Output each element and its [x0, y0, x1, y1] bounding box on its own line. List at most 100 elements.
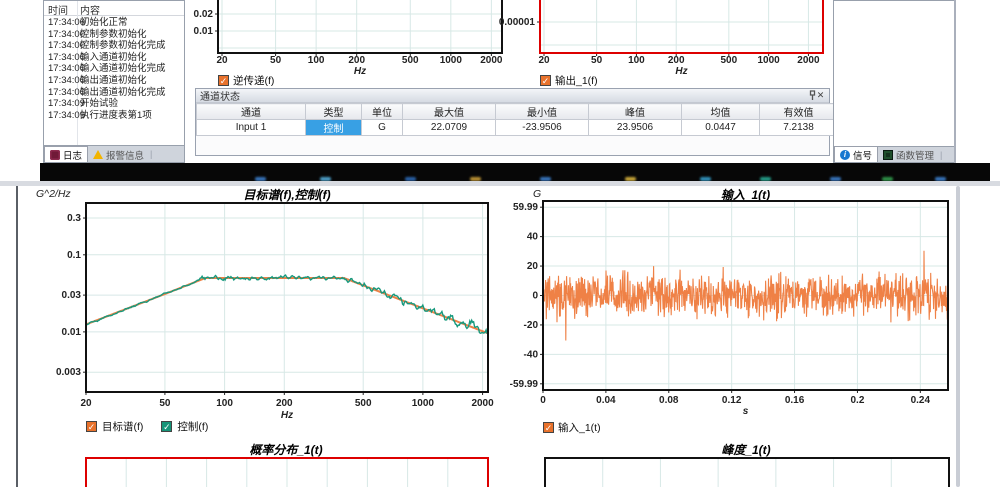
col-channel[interactable]: 通道 [197, 104, 306, 120]
log-row[interactable]: 17:34:00控制参数初始化 [44, 29, 184, 41]
cell-rms: 7.2138 [760, 120, 838, 136]
svg-text:0.01: 0.01 [194, 26, 214, 37]
svg-text:0: 0 [540, 395, 546, 406]
log-row[interactable]: 17:34:00输出通道初始化完成 [44, 87, 184, 99]
svg-text:0.03: 0.03 [62, 290, 82, 301]
legend-label-input-1: 输入_1(t) [558, 420, 601, 435]
pin-icon[interactable] [802, 90, 813, 101]
psd-chart-plot[interactable]: 0.30.10.030.010.003205010020050010002000… [40, 198, 500, 420]
cell-mean: 0.0447 [682, 120, 760, 136]
svg-text:0.16: 0.16 [785, 395, 805, 406]
log-row[interactable]: 17:34:00控制参数初始化完成 [44, 40, 184, 52]
svg-text:100: 100 [628, 55, 645, 66]
checkbox-inverse-transfer[interactable]: ✓ [218, 75, 229, 86]
mini-left-legend: ✓ 逆传递(f) [218, 73, 274, 88]
tab-signal[interactable]: i 信号 [834, 146, 878, 162]
svg-text:Hz: Hz [675, 66, 687, 77]
checkbox-output-1[interactable]: ✓ [540, 75, 551, 86]
svg-text:2000: 2000 [797, 55, 820, 66]
table-row[interactable]: Input 1 控制 G 22.0709 -23.9506 23.9506 0.… [197, 120, 838, 136]
cell-unit: G [362, 120, 403, 136]
tab-log-label: 日志 [63, 148, 82, 162]
col-type[interactable]: 类型 [306, 104, 362, 120]
tab-function-manager[interactable]: 函数管理 [878, 147, 939, 162]
svg-text:0: 0 [532, 291, 538, 302]
cell-max: 22.0709 [403, 120, 496, 136]
checkbox-input-1[interactable]: ✓ [543, 422, 554, 433]
tab-log[interactable]: 日志 [44, 146, 88, 162]
svg-text:20: 20 [538, 55, 550, 66]
svg-text:-59.99: -59.99 [510, 379, 539, 390]
svg-text:20: 20 [216, 55, 228, 66]
svg-text:100: 100 [216, 398, 233, 409]
svg-text:50: 50 [270, 55, 282, 66]
svg-text:-40: -40 [524, 349, 539, 360]
cell-min: -23.9506 [496, 120, 589, 136]
svg-text:500: 500 [402, 55, 419, 66]
channel-table-header: 通道 类型 单位 最大值 最小值 峰值 均值 有效值 [197, 104, 838, 120]
channel-status-panel: 通道状态 ✕ 通道 类型 单位 最大值 最小值 峰值 均值 有效值 Input … [195, 88, 830, 156]
tab-alarm[interactable]: 报警信息 [88, 147, 149, 162]
log-rows: 17:34:00初始化正常17:34:00控制参数初始化17:34:00控制参数… [44, 17, 184, 121]
col-peak[interactable]: 峰值 [589, 104, 682, 120]
channel-status-title: 通道状态 [200, 88, 240, 103]
svg-text:40: 40 [527, 232, 539, 243]
svg-text:100: 100 [308, 55, 325, 66]
screen: 时间 内容 17:34:00初始化正常17:34:00控制参数初始化17:34:… [0, 0, 1000, 487]
log-col-time: 时间 [48, 2, 68, 17]
svg-text:200: 200 [348, 55, 365, 66]
target-spectrum-curve [86, 278, 488, 333]
probability-chart-plot[interactable] [84, 456, 490, 487]
svg-text:50: 50 [159, 398, 171, 409]
log-row[interactable]: 17:34:00输出通道初始化 [44, 75, 184, 87]
control-curve [86, 275, 488, 333]
svg-text:0.003: 0.003 [56, 367, 81, 378]
output-mini-chart[interactable]: 0.00001205010020050010002000Hz [470, 0, 840, 90]
svg-text:20: 20 [80, 398, 92, 409]
tab-signal-label: 信号 [853, 148, 872, 162]
svg-text:-20: -20 [524, 320, 539, 331]
warning-icon [93, 150, 103, 159]
checkbox-control[interactable]: ✓ [161, 421, 172, 432]
svg-text:0.00001: 0.00001 [499, 17, 536, 28]
log-row[interactable]: 17:34:09执行进度表第1项 [44, 110, 184, 122]
tab-function-manager-label: 函数管理 [896, 148, 934, 162]
svg-text:0.3: 0.3 [67, 213, 81, 224]
legend-label-output-1: 输出_1(f) [555, 73, 598, 88]
col-max[interactable]: 最大值 [403, 104, 496, 120]
taskbar-strip [40, 163, 990, 181]
mini-right-legend: ✓ 输出_1(f) [540, 73, 598, 88]
tab-separator: | [150, 149, 152, 159]
right-tabbar: i 信号 函数管理 | [833, 147, 955, 163]
cell-peak: 23.9506 [589, 120, 682, 136]
svg-text:1000: 1000 [440, 55, 463, 66]
log-row[interactable]: 17:34:00初始化正常 [44, 17, 184, 29]
window-edge [954, 0, 956, 163]
log-row[interactable]: 17:34:00输入通道初始化 [44, 52, 184, 64]
log-panel: 时间 内容 17:34:00初始化正常17:34:00控制参数初始化17:34:… [43, 0, 185, 146]
signal-panel [833, 0, 955, 147]
psd-legend: ✓ 目标谱(f) ✓ 控制(f) [86, 419, 208, 434]
col-min[interactable]: 最小值 [496, 104, 589, 120]
log-row[interactable]: 17:34:09开始试验 [44, 98, 184, 110]
close-icon[interactable]: ✕ [815, 90, 826, 101]
tab-alarm-label: 报警信息 [106, 148, 144, 162]
col-unit[interactable]: 单位 [362, 104, 403, 120]
svg-text:0.02: 0.02 [194, 9, 214, 20]
col-mean[interactable]: 均值 [682, 104, 760, 120]
kurtosis-chart-plot[interactable] [543, 456, 951, 487]
col-rms[interactable]: 有效值 [760, 104, 838, 120]
time-chart-plot[interactable]: 59.9940200-20-40-59.9900.040.080.120.160… [497, 196, 962, 420]
svg-text:0.04: 0.04 [596, 395, 616, 406]
channel-status-table: 通道 类型 单位 最大值 最小值 峰值 均值 有效值 Input 1 控制 G … [196, 103, 838, 136]
svg-text:0.24: 0.24 [911, 395, 931, 406]
checkbox-target-spectrum[interactable]: ✓ [86, 421, 97, 432]
legend-label-target: 目标谱(f) [102, 419, 143, 434]
svg-text:Hz: Hz [354, 66, 366, 77]
cell-type: 控制 [306, 120, 362, 136]
log-row[interactable]: 17:34:00输入通道初始化完成 [44, 63, 184, 75]
svg-text:59.99: 59.99 [513, 202, 538, 213]
log-icon [50, 150, 60, 160]
channel-status-titlebar[interactable]: 通道状态 ✕ [196, 89, 829, 103]
svg-text:1000: 1000 [412, 398, 435, 409]
